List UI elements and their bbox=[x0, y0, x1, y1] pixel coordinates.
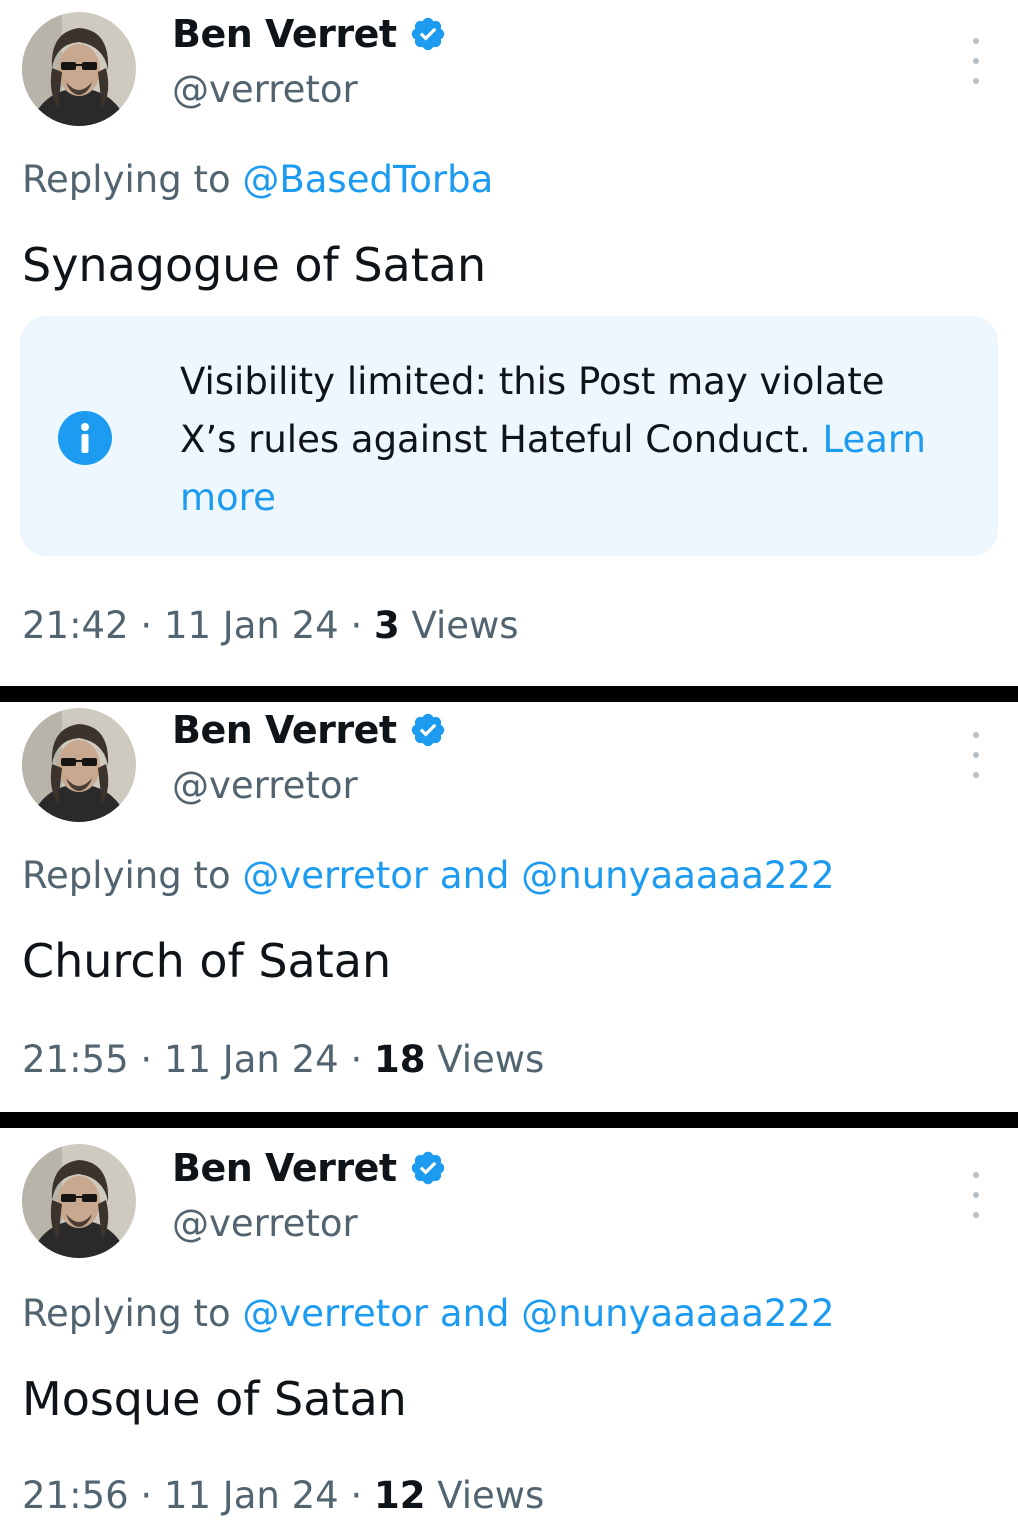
replying-prefix: Replying to bbox=[22, 1292, 231, 1335]
author-row: Ben Verret bbox=[172, 1146, 447, 1190]
reply-mention-link[interactable]: @verretor bbox=[242, 854, 428, 897]
author-name[interactable]: Ben Verret bbox=[172, 1146, 397, 1190]
more-options-icon[interactable] bbox=[968, 732, 984, 778]
replying-prefix: Replying to bbox=[22, 158, 231, 201]
author-handle[interactable]: @verretor bbox=[172, 1202, 358, 1245]
post-date[interactable]: 11 Jan 24 bbox=[164, 1038, 339, 1081]
reply-joiner: and bbox=[439, 1292, 510, 1335]
views-count: 18 bbox=[373, 1038, 426, 1081]
replying-to: Replying to @verretor and @nunyaaaaa222 bbox=[22, 1292, 835, 1335]
meta-separator: · bbox=[350, 1038, 363, 1081]
meta-separator: · bbox=[350, 1474, 363, 1517]
author-row: Ben Verret bbox=[172, 12, 447, 56]
avatar[interactable] bbox=[22, 708, 136, 822]
divider bbox=[0, 686, 1018, 702]
notice-line-2-text: X’s rules against Hateful Conduct. bbox=[180, 418, 811, 461]
reply-joiner: and bbox=[439, 854, 510, 897]
avatar[interactable] bbox=[22, 12, 136, 126]
avatar[interactable] bbox=[22, 1144, 136, 1258]
author-handle[interactable]: @verretor bbox=[172, 68, 358, 111]
replying-to: Replying to @verretor and @nunyaaaaa222 bbox=[22, 854, 835, 897]
reply-mention-link[interactable]: @verretor bbox=[242, 1292, 428, 1335]
meta-separator: · bbox=[350, 604, 363, 647]
views-label: Views bbox=[437, 1038, 545, 1081]
more-options-icon[interactable] bbox=[968, 1172, 984, 1218]
learn-more-link-continued[interactable]: more bbox=[180, 476, 276, 519]
author-handle[interactable]: @verretor bbox=[172, 764, 358, 807]
reply-mention-link[interactable]: @BasedTorba bbox=[242, 158, 493, 201]
post-1: Ben Verret @verretor Replying to @BasedT… bbox=[0, 0, 1018, 686]
replying-to: Replying to @BasedTorba bbox=[22, 158, 493, 201]
verified-badge-icon bbox=[409, 711, 447, 749]
post-3: Ben Verret @verretor Replying to @verret… bbox=[0, 1128, 1018, 1538]
author-name[interactable]: Ben Verret bbox=[172, 12, 397, 56]
meta-separator: · bbox=[140, 1474, 153, 1517]
meta-separator: · bbox=[140, 1038, 153, 1081]
visibility-notice: Visibility limited: this Post may violat… bbox=[20, 316, 998, 556]
post-date[interactable]: 11 Jan 24 bbox=[164, 604, 339, 647]
post-meta: 21:55 · 11 Jan 24 · 18 Views bbox=[22, 1038, 544, 1081]
author-name[interactable]: Ben Verret bbox=[172, 708, 397, 752]
post-meta: 21:56 · 11 Jan 24 · 12 Views bbox=[22, 1474, 544, 1517]
post-2: Ben Verret @verretor Replying to @verret… bbox=[0, 702, 1018, 1108]
post-date[interactable]: 11 Jan 24 bbox=[164, 1474, 339, 1517]
notice-line-2: X’s rules against Hateful Conduct. Learn bbox=[180, 418, 926, 461]
views-label: Views bbox=[437, 1474, 545, 1517]
notice-line-1: Visibility limited: this Post may violat… bbox=[180, 360, 885, 403]
views-count: 12 bbox=[373, 1474, 426, 1517]
reply-mention-link[interactable]: @nunyaaaaa222 bbox=[521, 1292, 834, 1335]
meta-separator: · bbox=[140, 604, 153, 647]
reply-mention-link[interactable]: @nunyaaaaa222 bbox=[521, 854, 834, 897]
views-label: Views bbox=[411, 604, 519, 647]
verified-badge-icon bbox=[409, 1149, 447, 1187]
post-time[interactable]: 21:42 bbox=[22, 604, 129, 647]
views-count: 3 bbox=[373, 604, 400, 647]
author-row: Ben Verret bbox=[172, 708, 447, 752]
post-time[interactable]: 21:55 bbox=[22, 1038, 129, 1081]
info-icon bbox=[58, 411, 112, 465]
post-time[interactable]: 21:56 bbox=[22, 1474, 129, 1517]
replying-prefix: Replying to bbox=[22, 854, 231, 897]
divider bbox=[0, 1112, 1018, 1128]
post-text: Church of Satan bbox=[22, 934, 392, 988]
post-text: Synagogue of Satan bbox=[22, 238, 487, 292]
more-options-icon[interactable] bbox=[968, 38, 984, 84]
verified-badge-icon bbox=[409, 15, 447, 53]
post-text: Mosque of Satan bbox=[22, 1372, 407, 1426]
learn-more-link[interactable]: Learn bbox=[823, 418, 926, 461]
post-meta: 21:42 · 11 Jan 24 · 3 Views bbox=[22, 604, 519, 647]
